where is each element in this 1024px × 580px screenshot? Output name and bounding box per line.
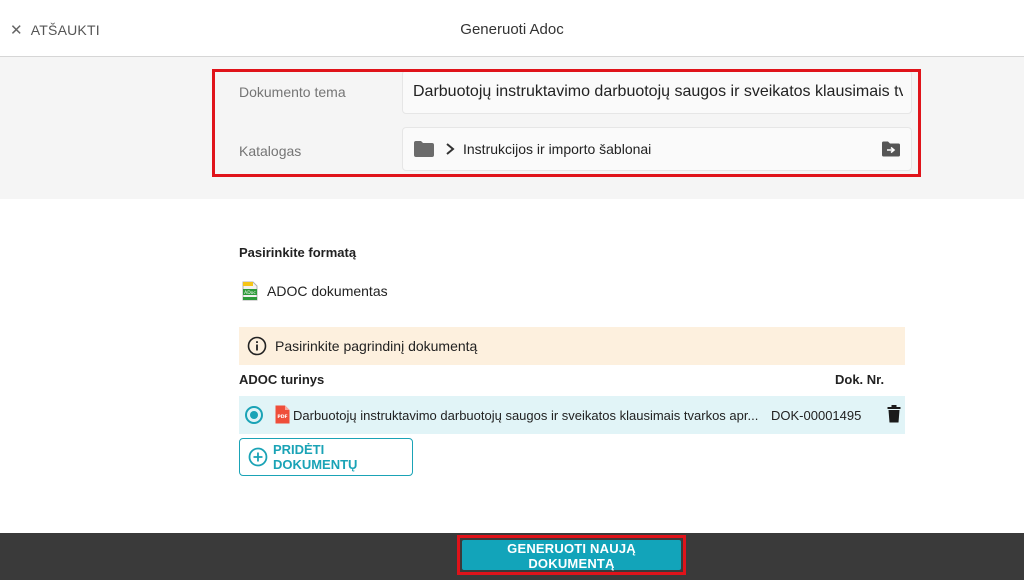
row-radio-selected[interactable] xyxy=(245,406,263,424)
generate-document-button[interactable]: GENERUOTI NAUJĄ DOKUMENTĄ xyxy=(462,540,681,571)
top-bar: ✕ ATŠAUKTI Generuoti Adoc xyxy=(0,0,1024,57)
add-circle-icon xyxy=(248,447,268,467)
info-icon xyxy=(247,336,267,356)
adoc-file-icon: ADoc xyxy=(242,281,258,301)
add-documents-button[interactable]: PRIDĖTI DOKUMENTŲ xyxy=(239,438,413,476)
pdf-badge-text: PDF xyxy=(277,414,287,420)
pdf-file-icon: PDF xyxy=(275,405,290,424)
column-header-content: ADOC turinys xyxy=(239,372,325,387)
column-header-number: Dok. Nr. xyxy=(835,372,885,387)
table-row[interactable]: PDF Darbuotojų instruktavimo darbuotojų … xyxy=(239,396,905,434)
row-document-title: Darbuotojų instruktavimo darbuotojų saug… xyxy=(293,408,759,423)
adoc-icon-text: ADoc xyxy=(244,290,256,296)
table-header: ADOC turinys Dok. Nr. xyxy=(239,372,905,387)
notice-text: Pasirinkite pagrindinį dokumentą xyxy=(275,338,478,354)
form-highlight xyxy=(212,69,921,177)
add-documents-label: PRIDĖTI DOKUMENTŲ xyxy=(272,442,358,472)
format-option-label: ADOC dokumentas xyxy=(267,283,388,299)
format-section-label: Pasirinkite formatą xyxy=(239,245,357,260)
row-document-number: DOK-00001495 xyxy=(771,408,862,423)
trash-icon[interactable] xyxy=(887,405,901,423)
format-option-adoc[interactable]: ADoc ADOC dokumentas xyxy=(242,281,388,301)
page-title: Generuoti Adoc xyxy=(460,21,564,38)
info-notice: Pasirinkite pagrindinį dokumentą xyxy=(239,327,905,365)
